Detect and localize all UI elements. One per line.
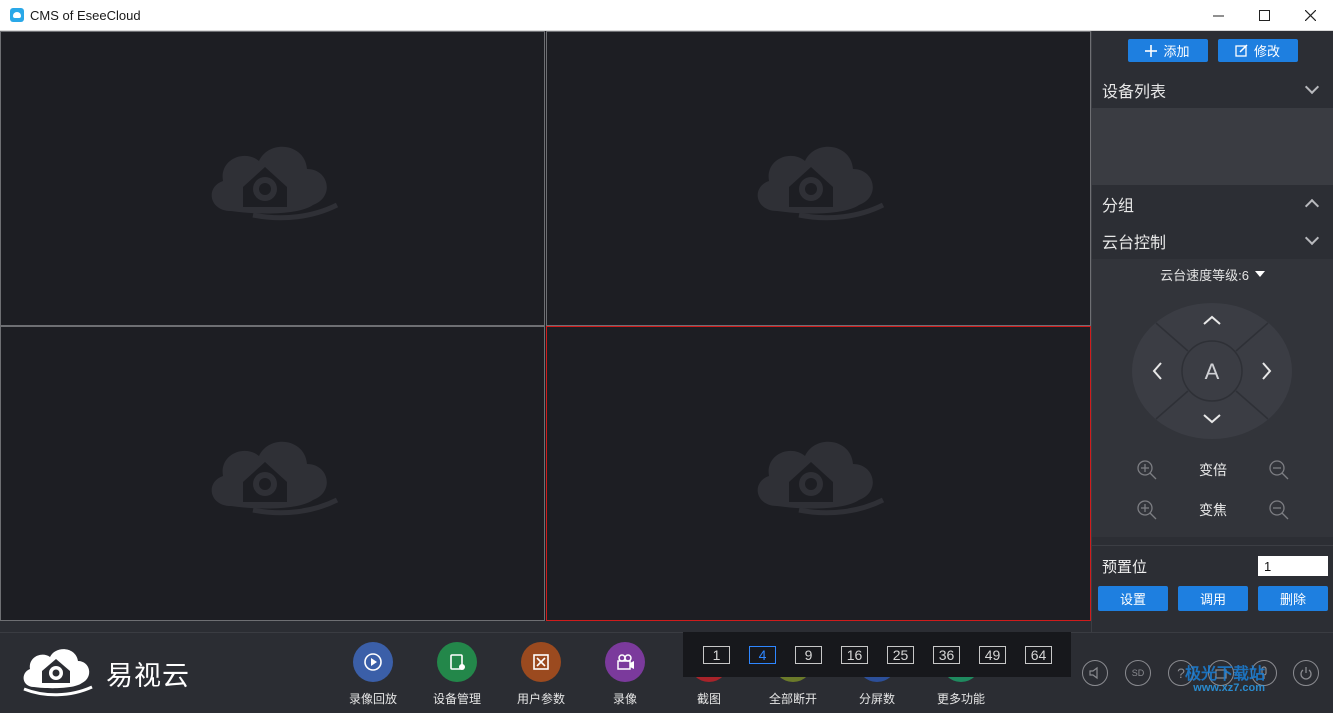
focus-row: 变焦 <box>1092 500 1333 520</box>
cell-logo-watermark-icon <box>757 441 884 515</box>
focus-out-icon[interactable] <box>1269 500 1289 520</box>
ptz-title: 云台控制 <box>1102 234 1167 252</box>
right-panel: 添加 修改 设备列表 分组 云台控制 云台速度等级:6 A 变倍 变焦 预置位 … <box>1091 31 1333 632</box>
ptz-header[interactable]: 云台控制 <box>1092 222 1333 259</box>
split-screen-popup: 1 4 9 16 25 36 49 64 <box>683 632 1071 677</box>
group-title: 分组 <box>1102 197 1135 215</box>
minimize-icon <box>1212 15 1224 17</box>
split-option-4[interactable]: 4 <box>749 645 776 664</box>
minimize-button[interactable] <box>1195 0 1241 31</box>
preset-input[interactable]: 1 <box>1258 556 1328 576</box>
playback-icon <box>353 642 393 682</box>
close-icon <box>1304 10 1316 21</box>
tool-label: 录像回放 <box>348 692 397 706</box>
bottom-toolbar: 易视云 录像回放 设备管理 用户参数 录像 截图 全部断开 分屏数 更多功能 S… <box>0 632 1333 713</box>
cell-logo-watermark-icon <box>757 146 884 220</box>
add-label: 添加 <box>1163 44 1190 59</box>
video-grid <box>0 31 1091 621</box>
sd-quality-icon[interactable]: SD <box>1125 660 1151 686</box>
caret-down-icon <box>1254 271 1265 277</box>
video-cell-1[interactable] <box>0 31 545 326</box>
video-cell-4[interactable] <box>546 326 1091 621</box>
focus-label: 变焦 <box>1199 502 1227 518</box>
zoom-in-icon[interactable] <box>1137 460 1157 480</box>
split-option-25[interactable]: 25 <box>887 645 914 664</box>
zoom-label: 变倍 <box>1199 462 1227 478</box>
split-option-49[interactable]: 49 <box>979 645 1006 664</box>
tool-playback[interactable]: 录像回放 <box>331 642 415 707</box>
ptz-auto-label: A <box>1205 359 1220 384</box>
preset-label: 预置位 <box>1102 558 1148 576</box>
watermark: 极光下载站 www.xz7.com <box>1185 660 1265 694</box>
device-list-header[interactable]: 设备列表 <box>1092 71 1333 108</box>
window-title: CMS of EseeCloud <box>30 7 141 23</box>
close-button[interactable] <box>1287 0 1333 31</box>
brand: 易视云 <box>18 641 190 699</box>
tool-label: 用户参数 <box>516 692 565 706</box>
zoom-out-icon[interactable] <box>1269 460 1289 480</box>
tool-label: 更多功能 <box>936 692 985 706</box>
cell-logo-watermark-icon <box>211 146 338 220</box>
watermark-url: www.xz7.com <box>1193 682 1266 694</box>
cell-logo-watermark-icon <box>211 441 338 515</box>
power-icon[interactable] <box>1293 660 1319 686</box>
device-manage-icon <box>437 642 477 682</box>
chevron-down-icon <box>1304 79 1320 95</box>
window-controls <box>1195 0 1333 31</box>
brand-name: 易视云 <box>106 660 190 691</box>
maximize-icon <box>1258 10 1270 21</box>
preset-delete-button[interactable]: 删除 <box>1258 586 1328 611</box>
watermark-text: 极光下载站 <box>1185 666 1266 683</box>
esee-cloud-logo-icon <box>23 649 93 697</box>
edit-device-button[interactable]: 修改 <box>1217 39 1298 62</box>
ptz-speed-label: 云台速度等级:6 <box>1160 267 1249 283</box>
split-option-64[interactable]: 64 <box>1025 645 1052 664</box>
chevron-up-icon <box>1304 198 1320 214</box>
edit-label: 修改 <box>1253 44 1280 59</box>
tool-label: 全部断开 <box>768 692 817 706</box>
ptz-control-area: 云台速度等级:6 A 变倍 变焦 <box>1092 259 1333 537</box>
device-list-title: 设备列表 <box>1102 83 1167 101</box>
tool-label: 录像 <box>612 692 637 706</box>
record-icon <box>605 642 645 682</box>
zoom-row: 变倍 <box>1092 460 1333 480</box>
tool-user-params[interactable]: 用户参数 <box>499 642 583 707</box>
ptz-speed-selector[interactable]: 云台速度等级:6 <box>1092 259 1333 289</box>
app-logo-icon <box>10 8 24 22</box>
tool-label: 设备管理 <box>432 692 481 706</box>
tool-device-manage[interactable]: 设备管理 <box>415 642 499 707</box>
group-header[interactable]: 分组 <box>1092 185 1333 222</box>
volume-icon[interactable] <box>1082 660 1108 686</box>
split-option-16[interactable]: 16 <box>841 645 868 664</box>
plus-icon <box>1145 44 1158 57</box>
split-option-1[interactable]: 1 <box>703 645 730 664</box>
split-option-9[interactable]: 9 <box>795 645 822 664</box>
tool-record[interactable]: 录像 <box>583 642 667 707</box>
split-option-36[interactable]: 36 <box>933 645 960 664</box>
add-device-button[interactable]: 添加 <box>1127 39 1208 62</box>
chevron-down-icon <box>1304 230 1320 246</box>
ptz-joystick[interactable]: A <box>1132 303 1292 439</box>
tool-label: 截图 <box>696 692 721 706</box>
maximize-button[interactable] <box>1241 0 1287 31</box>
edit-icon <box>1235 44 1248 57</box>
video-cell-3[interactable] <box>0 326 545 621</box>
preset-area: 预置位 1 设置 调用 删除 <box>1092 545 1333 632</box>
video-cell-2[interactable] <box>546 31 1091 326</box>
preset-set-button[interactable]: 设置 <box>1098 586 1168 611</box>
focus-in-icon[interactable] <box>1137 500 1157 520</box>
title-bar: CMS of EseeCloud <box>0 0 1333 31</box>
preset-call-button[interactable]: 调用 <box>1178 586 1248 611</box>
sd-label: SD <box>1131 668 1145 678</box>
user-params-icon <box>521 642 561 682</box>
device-list[interactable] <box>1092 108 1333 185</box>
tool-label: 分屏数 <box>858 692 895 706</box>
